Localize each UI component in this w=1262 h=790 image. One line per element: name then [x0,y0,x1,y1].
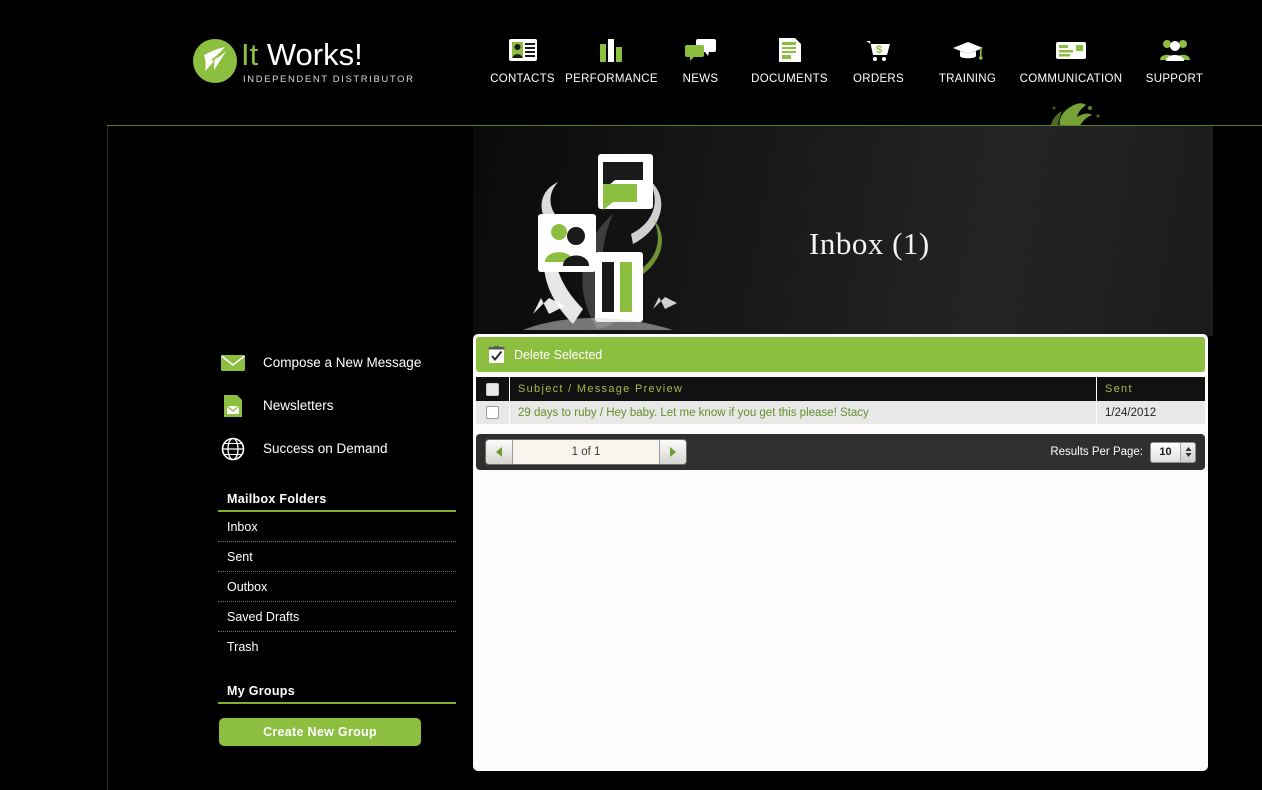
nav-label-support: SUPPORT [1146,73,1203,85]
globe-icon [218,436,248,462]
nav-label-documents: DOCUMENTS [751,73,828,85]
pagination-bar: 1 of 1 Results Per Page: 10 [476,434,1205,470]
nav-item-support[interactable]: SUPPORT [1130,32,1219,85]
nav-item-communication[interactable]: COMMUNICATION [1012,32,1130,85]
message-table: Subject / Message Preview Sent 29 days t… [476,377,1205,424]
logo-wordmark: It Works! [241,37,363,73]
green-splatter-graphic [1020,96,1125,128]
nav-label-performance: PERFORMANCE [565,73,658,85]
logo-bird-icon [200,44,230,74]
nav-item-orders[interactable]: $ ORDERS [834,32,923,85]
column-header-sent[interactable]: Sent [1097,377,1206,401]
people-group-icon [1158,32,1192,68]
nav-label-news: NEWS [683,73,719,85]
main-nav: CONTACTS PERFORMANCE NEWS [478,32,1219,94]
results-per-page-label: Results Per Page: [1050,446,1143,458]
graduation-cap-icon [951,32,985,68]
left-arrow-icon [494,446,504,458]
svg-text:$: $ [876,44,882,56]
row-select-cell[interactable] [476,401,510,424]
document-icon [773,32,807,68]
sidebar-label-newsletters: Newsletters [263,398,334,413]
select-all-checkbox[interactable] [486,383,499,396]
folder-item-inbox[interactable]: Inbox [218,512,456,542]
main-content-area: Inbox (1) Compose a New Message Newslett… [107,126,1262,790]
nav-label-communication: COMMUNICATION [1020,73,1123,85]
delete-selected-button[interactable]: Delete Selected [476,337,1205,372]
nav-item-training[interactable]: TRAINING [923,32,1012,85]
brand-logo[interactable]: It Works! INDEPENDENT DISTRIBUTOR [193,37,378,89]
row-checkbox[interactable] [486,406,499,419]
right-arrow-icon [668,446,678,458]
nav-label-contacts: CONTACTS [490,73,555,85]
decorative-floral-graphic [503,134,723,334]
message-subject[interactable]: 29 days to ruby / Hey baby. Let me know … [510,401,1097,424]
column-header-subject[interactable]: Subject / Message Preview [510,377,1097,401]
bar-chart-icon [595,32,629,68]
newsletter-icon [218,393,248,419]
results-per-page-select[interactable]: 10 [1150,442,1196,463]
results-per-page-value: 10 [1151,446,1180,458]
nav-item-performance[interactable]: PERFORMANCE [567,32,656,85]
delete-checkbox-icon [488,346,505,364]
previous-page-button[interactable] [486,440,512,464]
speech-bubbles-icon [684,32,718,68]
logo-it: It [241,37,258,72]
envelope-card-icon [1052,32,1090,68]
table-row[interactable]: 29 days to ruby / Hey baby. Let me know … [476,401,1205,424]
logo-works: Works! [258,37,363,72]
contact-card-icon [506,32,540,68]
sidebar-label-success-on-demand: Success on Demand [263,441,388,456]
mailbox-folder-list: Inbox Sent Outbox Saved Drafts Trash [218,512,456,662]
top-navigation-bar: It Works! INDEPENDENT DISTRIBUTOR CONTAC… [0,0,1262,126]
nav-label-orders: ORDERS [853,73,904,85]
stepper-arrows-icon[interactable] [1180,443,1195,462]
folder-item-outbox[interactable]: Outbox [218,572,456,602]
results-per-page-group: Results Per Page: 10 [1050,442,1196,463]
page-hero-banner: Inbox (1) [473,126,1213,336]
page-indicator: 1 of 1 [512,440,660,464]
folder-item-saved-drafts[interactable]: Saved Drafts [218,602,456,632]
delete-selected-label: Delete Selected [514,348,602,362]
folder-item-trash[interactable]: Trash [218,632,456,662]
folder-item-sent[interactable]: Sent [218,542,456,572]
page-title: Inbox (1) [809,226,930,262]
nav-item-contacts[interactable]: CONTACTS [478,32,567,85]
nav-label-training: TRAINING [939,73,996,85]
select-all-header[interactable] [476,377,510,401]
inbox-panel: Delete Selected Subject / Message Previe… [473,334,1208,771]
nav-item-documents[interactable]: DOCUMENTS [745,32,834,85]
logo-tagline: INDEPENDENT DISTRIBUTOR [243,74,415,85]
nav-item-news[interactable]: NEWS [656,32,745,85]
envelope-icon [218,350,248,376]
my-groups-header: My Groups [218,684,456,704]
pagination-controls: 1 of 1 [485,439,687,465]
shopping-cart-icon: $ [862,32,896,68]
message-sent-date: 1/24/2012 [1097,401,1206,424]
mailbox-folders-header: Mailbox Folders [218,492,456,512]
create-new-group-button[interactable]: Create New Group [219,718,421,746]
table-header-row: Subject / Message Preview Sent [476,377,1205,401]
sidebar-label-compose: Compose a New Message [263,355,421,370]
next-page-button[interactable] [660,440,686,464]
